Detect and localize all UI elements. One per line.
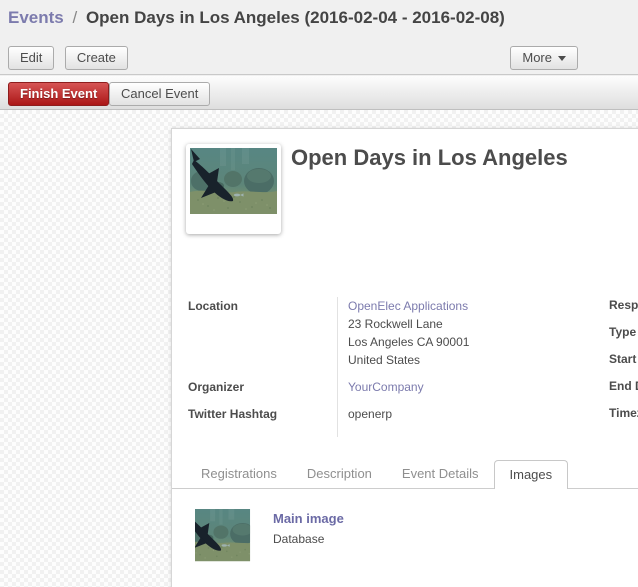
event-form-screen: Events / Open Days in Los Angeles (2016-… bbox=[0, 0, 638, 587]
finish-event-button[interactable]: Finish Event bbox=[8, 82, 109, 106]
breadcrumb-current-title: Open Days in Los Angeles (2016-02-04 - 2… bbox=[86, 8, 505, 27]
main-image-source: Database bbox=[273, 532, 344, 546]
tab-description[interactable]: Description bbox=[292, 460, 387, 488]
tab-images[interactable]: Images bbox=[494, 460, 569, 489]
notebook-tabs: Registrations Description Event Details … bbox=[172, 460, 638, 489]
right-field-group: Responsible Type Start Date End Date Tim… bbox=[609, 297, 638, 432]
organizer-value: YourCompany bbox=[337, 378, 618, 405]
event-sheet: Open Days in Los Angeles Location OpenEl… bbox=[171, 128, 638, 587]
main-image-thumbnail bbox=[195, 509, 260, 564]
twitter-hashtag-row: Twitter Hashtag openerp bbox=[188, 405, 618, 437]
event-photo bbox=[190, 148, 277, 214]
organizer-link[interactable]: YourCompany bbox=[348, 380, 424, 394]
location-value: OpenElec Applications 23 Rockwell Lane L… bbox=[337, 297, 618, 378]
toolbar-button-row: Edit Create More bbox=[8, 46, 630, 70]
event-photo-frame bbox=[186, 144, 281, 234]
create-button[interactable]: Create bbox=[65, 46, 128, 70]
breadcrumb-events-link[interactable]: Events bbox=[8, 8, 64, 27]
caret-down-icon bbox=[558, 56, 566, 61]
timezone-label: Timezone bbox=[609, 405, 638, 421]
breadcrumb: Events / Open Days in Los Angeles (2016-… bbox=[8, 8, 505, 28]
image-record: Main image Database bbox=[273, 511, 344, 546]
organizer-label: Organizer bbox=[188, 378, 337, 405]
status-bar: Finish Event Cancel Event bbox=[0, 76, 638, 110]
end-date-label: End Date bbox=[609, 378, 638, 394]
top-toolbar: Events / Open Days in Los Angeles (2016-… bbox=[0, 0, 638, 75]
main-image-link[interactable]: Main image bbox=[273, 511, 344, 526]
breadcrumb-separator: / bbox=[68, 8, 81, 27]
location-address-line: Los Angeles CA 90001 bbox=[348, 333, 618, 351]
cancel-event-button[interactable]: Cancel Event bbox=[109, 82, 210, 106]
location-row: Location OpenElec Applications 23 Rockwe… bbox=[188, 297, 618, 378]
twitter-hashtag-label: Twitter Hashtag bbox=[188, 405, 337, 437]
tab-registrations[interactable]: Registrations bbox=[186, 460, 292, 488]
main-image-photo bbox=[195, 509, 260, 564]
more-button[interactable]: More bbox=[510, 46, 578, 70]
tab-event-details[interactable]: Event Details bbox=[387, 460, 494, 488]
event-title: Open Days in Los Angeles bbox=[291, 145, 568, 171]
twitter-hashtag-value: openerp bbox=[337, 405, 618, 437]
location-link[interactable]: OpenElec Applications bbox=[348, 299, 468, 313]
left-field-group: Location OpenElec Applications 23 Rockwe… bbox=[188, 297, 618, 437]
location-address-line: United States bbox=[348, 351, 618, 369]
more-button-label: More bbox=[522, 50, 552, 65]
organizer-row: Organizer YourCompany bbox=[188, 378, 618, 405]
edit-button[interactable]: Edit bbox=[8, 46, 54, 70]
form-background: Open Days in Los Angeles Location OpenEl… bbox=[0, 110, 638, 587]
type-label: Type bbox=[609, 324, 638, 340]
location-address-line: 23 Rockwell Lane bbox=[348, 315, 618, 333]
location-label: Location bbox=[188, 297, 337, 378]
start-date-label: Start Date bbox=[609, 351, 638, 367]
responsible-label: Responsible bbox=[609, 297, 638, 313]
